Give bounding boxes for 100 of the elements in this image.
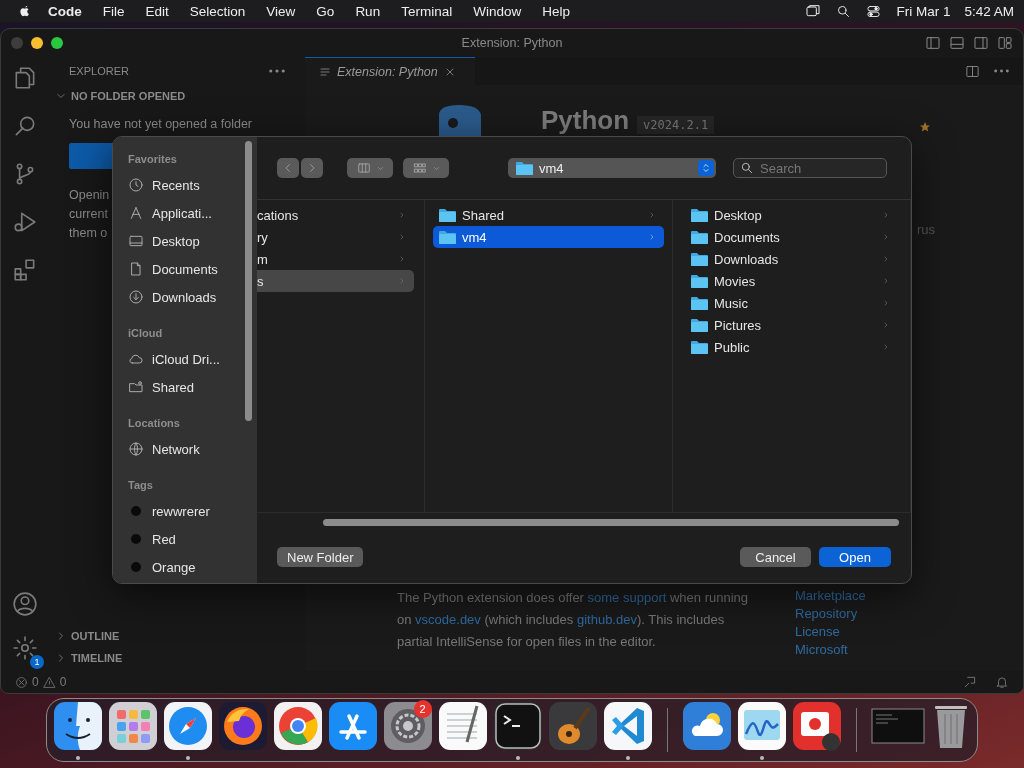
folder-icon — [691, 340, 708, 354]
path-popup[interactable]: vm4 — [508, 158, 716, 178]
minimize-button[interactable] — [31, 37, 43, 49]
clock-icon — [128, 177, 144, 193]
sidebar-section-title: Favorites — [128, 153, 178, 167]
tag-item[interactable]: rewwrerer — [152, 503, 210, 519]
photo-booth-icon[interactable] — [790, 699, 843, 752]
app-store-icon[interactable] — [326, 699, 379, 752]
editor-tab[interactable]: Extension: Python — [305, 57, 475, 85]
file-browser-item[interactable]: Documents — [685, 226, 898, 248]
menu-item[interactable]: Selection — [189, 3, 246, 19]
compass-icon[interactable] — [161, 699, 214, 752]
download-icon — [128, 289, 144, 305]
search-input[interactable]: Search — [760, 160, 870, 176]
panel-header[interactable]: OUTLINE — [71, 630, 120, 642]
panel-header[interactable]: TIMELINE — [71, 652, 123, 664]
chrome-icon[interactable] — [271, 699, 324, 752]
notepad-icon[interactable] — [436, 699, 489, 752]
menu-bar-time[interactable]: 5:42 AM — [964, 3, 1014, 19]
weather-icon[interactable] — [680, 699, 733, 752]
menu-item[interactable]: File — [102, 3, 125, 19]
account-icon — [12, 591, 38, 617]
file-browser-item[interactable]: Movies — [685, 270, 898, 292]
fox-globe-icon[interactable] — [216, 699, 269, 752]
sidebar-item[interactable]: Desktop — [152, 233, 200, 249]
file-browser-item[interactable]: Shared — [433, 204, 664, 226]
sidebar-item[interactable]: iCloud Dri... — [152, 351, 220, 367]
layout-icon — [997, 35, 1013, 51]
forward-button[interactable] — [301, 158, 323, 178]
more-icon — [269, 69, 285, 73]
sidebar-item[interactable]: Downloads — [152, 289, 217, 305]
group-button[interactable] — [403, 158, 449, 178]
sidebar-item[interactable]: Network — [152, 441, 200, 457]
control-center-icon — [865, 3, 883, 19]
tag-dot — [131, 534, 141, 544]
error-count[interactable]: 0 — [32, 675, 39, 689]
cancel-button[interactable]: Cancel — [740, 547, 811, 567]
compass-icon — [128, 205, 144, 221]
file-browser-item[interactable]: vm4 — [433, 226, 664, 248]
scrollbar[interactable] — [245, 141, 252, 421]
menu-item[interactable]: Window — [473, 3, 522, 19]
file-browser-item[interactable]: Pictures — [685, 314, 898, 336]
file-browser-item[interactable]: Music — [685, 292, 898, 314]
open-button[interactable]: Open — [819, 547, 891, 567]
new-folder-button[interactable]: New Folder — [277, 547, 364, 567]
finder-icon[interactable] — [51, 699, 104, 752]
code-editor-icon[interactable] — [601, 699, 654, 752]
terminal-icon[interactable] — [491, 699, 544, 752]
running-indicator — [185, 755, 190, 760]
zoom-button[interactable] — [51, 37, 63, 49]
menu-item[interactable]: Help — [542, 3, 570, 19]
file-browser-item[interactable]: cations — [257, 204, 414, 226]
file-browser-item[interactable]: Desktop — [685, 204, 898, 226]
preview-icon — [319, 65, 331, 78]
desktop-icon — [128, 233, 144, 249]
sidebar-section-title: Tags — [128, 479, 154, 493]
menu-item[interactable]: Terminal — [401, 3, 453, 19]
search-field[interactable]: Search — [733, 158, 887, 178]
tag-item[interactable]: Orange — [152, 559, 196, 575]
back-button[interactable] — [277, 158, 299, 178]
scrollbar[interactable] — [323, 518, 899, 526]
document-icon — [128, 261, 144, 277]
sidebar-item[interactable]: Applicati... — [152, 205, 212, 221]
file-browser-item[interactable]: Public — [685, 336, 898, 358]
file-browser-item[interactable]: Downloads — [685, 248, 898, 270]
guitar-icon[interactable] — [546, 699, 599, 752]
menu-bar-date[interactable]: Fri Mar 1 — [896, 3, 951, 19]
folder-icon — [516, 161, 533, 175]
search-icon — [740, 161, 754, 175]
warning-count[interactable]: 0 — [59, 675, 67, 689]
file-browser-item[interactable]: s — [257, 270, 414, 292]
folder-icon — [691, 274, 708, 288]
view-mode-button[interactable] — [347, 158, 393, 178]
menu-item[interactable]: Edit — [145, 3, 169, 19]
gear-icon[interactable] — [381, 699, 434, 752]
menu-item[interactable]: View — [266, 3, 296, 19]
sidebar-item[interactable]: Recents — [152, 177, 200, 193]
more-icon — [994, 69, 1009, 73]
folder-icon — [691, 252, 708, 266]
tag-item[interactable]: Red — [152, 531, 176, 547]
folder-icon — [691, 318, 708, 332]
section-header[interactable]: NO FOLDER OPENED — [71, 90, 186, 102]
drawing-board-icon[interactable] — [735, 699, 788, 752]
sidebar-item[interactable]: Documents — [152, 261, 218, 277]
launchpad-icon[interactable] — [106, 699, 159, 752]
sidebar-item[interactable]: Shared — [152, 379, 194, 395]
folder-icon — [691, 230, 708, 244]
help-text: Openin — [69, 187, 110, 204]
description-paragraph: The Python extension does offer some support when running on vscode.dev (which includes github.dev). This includes partial IntelliSense for open files in the editor. — [397, 589, 749, 651]
columns-icon — [355, 161, 372, 175]
file-browser-item[interactable]: ry — [257, 226, 414, 248]
file-browser-item[interactable]: m — [257, 248, 414, 270]
panel-toggle-icon — [949, 35, 965, 51]
app-menu[interactable]: Code — [48, 3, 82, 19]
bell-icon — [995, 675, 1009, 689]
menu-item[interactable]: Run — [355, 3, 381, 19]
sidebar-toggle-icon — [925, 35, 941, 51]
sidebar-section-title: iCloud — [128, 327, 164, 341]
menu-item[interactable]: Go — [316, 3, 335, 19]
window-title: Extension: Python — [461, 36, 563, 50]
